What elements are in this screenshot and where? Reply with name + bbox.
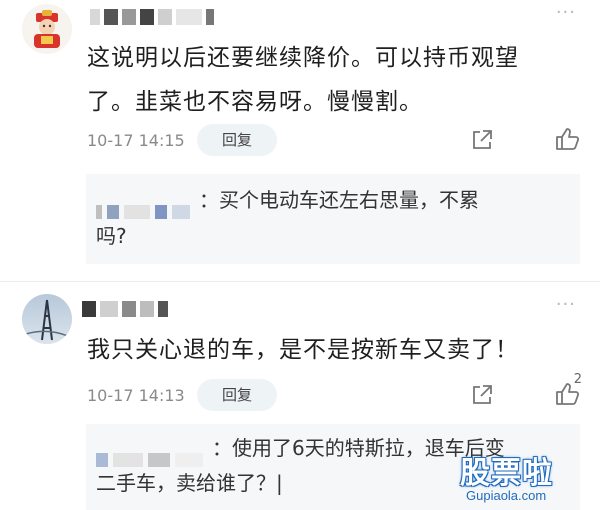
comment-text: 这说明以后还要继续降价。可以持币观望 了。韭菜也不容易呀。慢慢割。 bbox=[87, 36, 577, 124]
reply-username-blurred[interactable] bbox=[96, 441, 208, 467]
more-dots-icon: ··· bbox=[555, 2, 576, 23]
username-blurred[interactable] bbox=[90, 6, 214, 28]
thumbs-up-icon bbox=[556, 128, 580, 150]
more-options-button[interactable]: ··· bbox=[556, 2, 576, 23]
site-watermark: 股票啦 Gupiaola.com bbox=[458, 448, 594, 510]
thumbs-up-icon bbox=[556, 383, 580, 405]
username-blurred[interactable] bbox=[82, 298, 168, 320]
comment-timestamp: 10-17 14:15 bbox=[87, 131, 185, 150]
watermark-url: Gupiaola.com bbox=[466, 488, 547, 503]
share-button[interactable] bbox=[470, 383, 494, 407]
more-options-button[interactable]: ··· bbox=[556, 294, 576, 315]
comment-timestamp: 10-17 14:13 bbox=[87, 386, 185, 405]
reply-button[interactable]: 回复 bbox=[197, 124, 277, 156]
reply-username-blurred[interactable] bbox=[96, 193, 195, 219]
comment-text-line: 这说明以后还要继续降价。可以持币观望 bbox=[87, 45, 519, 71]
reply-button[interactable]: 回复 bbox=[197, 379, 277, 411]
share-button[interactable] bbox=[470, 128, 494, 152]
avatar-god-of-wealth-icon bbox=[22, 4, 72, 54]
avatar[interactable] bbox=[22, 294, 72, 344]
share-icon bbox=[473, 130, 492, 149]
comment-divider bbox=[0, 281, 600, 282]
avatar[interactable] bbox=[22, 4, 72, 54]
comment-item: ··· 这说明以后还要继续降价。可以持币观望 了。韭菜也不容易呀。慢慢割。 10… bbox=[0, 0, 600, 280]
comment-text-line: 了。韭菜也不容易呀。慢慢割。 bbox=[87, 89, 423, 115]
share-icon bbox=[473, 385, 492, 404]
like-button[interactable] bbox=[554, 126, 580, 152]
watermark-logo-text: 股票啦 bbox=[460, 456, 553, 491]
avatar-tower-photo-icon bbox=[22, 294, 72, 344]
reply-text: ：买个电动车还左右思量，不累 bbox=[199, 188, 479, 212]
reply-preview[interactable]: ：买个电动车还左右思量，不累 吗? bbox=[86, 174, 580, 264]
reply-text-line: 二手车，卖给谁了？| bbox=[96, 471, 283, 495]
reply-line: ：使用了6天的特斯拉，退车后变 bbox=[96, 430, 505, 467]
like-button[interactable] bbox=[554, 381, 580, 407]
more-dots-icon: ··· bbox=[555, 294, 576, 315]
comment-text: 我只关心退的车，是不是按新车又卖了！ bbox=[87, 337, 519, 363]
reply-line: ：买个电动车还左右思量，不累 bbox=[96, 182, 479, 219]
reply-text-line: 吗? bbox=[96, 224, 127, 248]
